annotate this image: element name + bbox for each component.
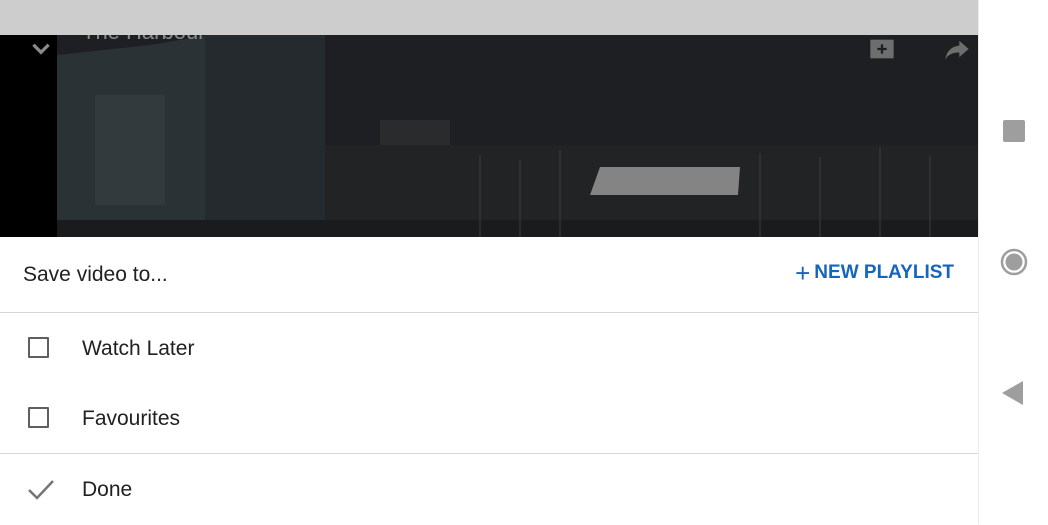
plus-icon: +	[795, 258, 811, 288]
playlist-row-favourites[interactable]: Favourites	[0, 383, 978, 453]
sheet-title: Save video to...	[23, 263, 168, 286]
chevron-down-icon[interactable]	[28, 35, 54, 61]
share-icon[interactable]	[942, 35, 972, 63]
checkmark-icon	[28, 480, 54, 500]
favourites-checkbox[interactable]	[28, 407, 49, 428]
done-button[interactable]: Done	[0, 453, 978, 525]
home-circle-icon[interactable]	[1000, 248, 1028, 276]
favourites-label: Favourites	[82, 407, 181, 430]
recents-square-icon[interactable]	[1002, 119, 1026, 143]
save-video-sheet: Save video to... + NEW PLAYLIST Watch La…	[0, 237, 978, 524]
system-nav-bar	[978, 0, 1048, 524]
playlist-row-watch-later[interactable]: Watch Later	[0, 313, 978, 383]
watch-later-label: Watch Later	[82, 337, 195, 360]
video-title: The Harbour	[82, 35, 206, 45]
watch-later-checkbox[interactable]	[28, 337, 49, 358]
back-triangle-icon[interactable]	[1001, 380, 1025, 406]
new-playlist-button[interactable]: + NEW PLAYLIST	[795, 258, 954, 288]
add-to-queue-icon[interactable]	[866, 35, 898, 63]
sheet-header: Save video to... + NEW PLAYLIST	[0, 237, 978, 313]
video-player[interactable]: The Harbour	[0, 35, 978, 237]
status-bar	[0, 0, 978, 35]
new-playlist-label: NEW PLAYLIST	[814, 262, 954, 283]
video-frame-scene	[0, 35, 978, 237]
done-label: Done	[82, 478, 133, 501]
